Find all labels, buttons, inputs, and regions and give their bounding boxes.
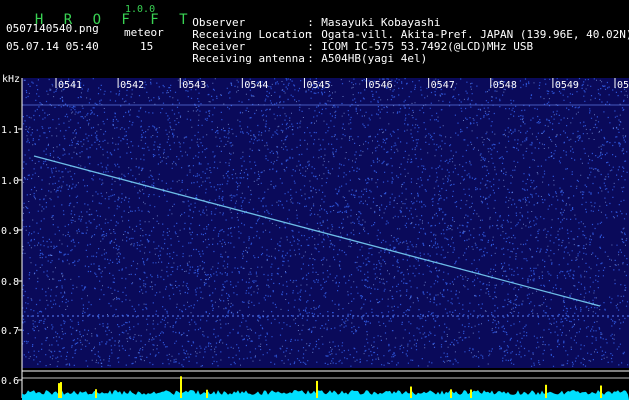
x-tick-label: 0545 [306,80,330,91]
meteor-spike [545,384,547,398]
y-tick-label: 1.1 [1,125,19,136]
x-tick-label: 0548 [493,80,517,91]
meteor-spike [316,380,318,398]
y-tick-label: 0.6 [1,376,19,387]
meteor-spike [410,386,412,398]
meteor-spike [95,389,97,398]
y-tick-label: 0.9 [1,226,19,237]
x-tick-label: 0544 [244,80,268,91]
level-strip [22,370,629,400]
meteor-spike [450,389,452,398]
meteor-spike [600,385,602,398]
meteor-spike [60,382,62,398]
y-axis-unit: kHz [2,74,20,85]
x-tick-label: 0550 [617,80,629,91]
signal-level [22,390,629,400]
meteor-spike [206,389,208,398]
meteor-spike [180,376,182,398]
x-tick-label: 0546 [369,80,393,91]
meteor-spike [58,383,60,398]
spectrogram-chart: kHz 1.1 1.0 0.9 0.8 0.7 0.6 0541 0542 0543 0544 054… [1,74,629,400]
x-tick-label: 0542 [120,80,144,91]
y-tick-label: 0.7 [1,326,19,337]
y-tick-label: 0.8 [1,277,19,288]
x-tick-label: 0549 [555,80,579,91]
x-tick-label: 0547 [431,80,455,91]
y-tick-label: 1.0 [1,176,19,187]
x-tick-label: 0541 [58,80,82,91]
x-tick-label: 0543 [182,80,206,91]
meteor-spike [470,389,472,398]
